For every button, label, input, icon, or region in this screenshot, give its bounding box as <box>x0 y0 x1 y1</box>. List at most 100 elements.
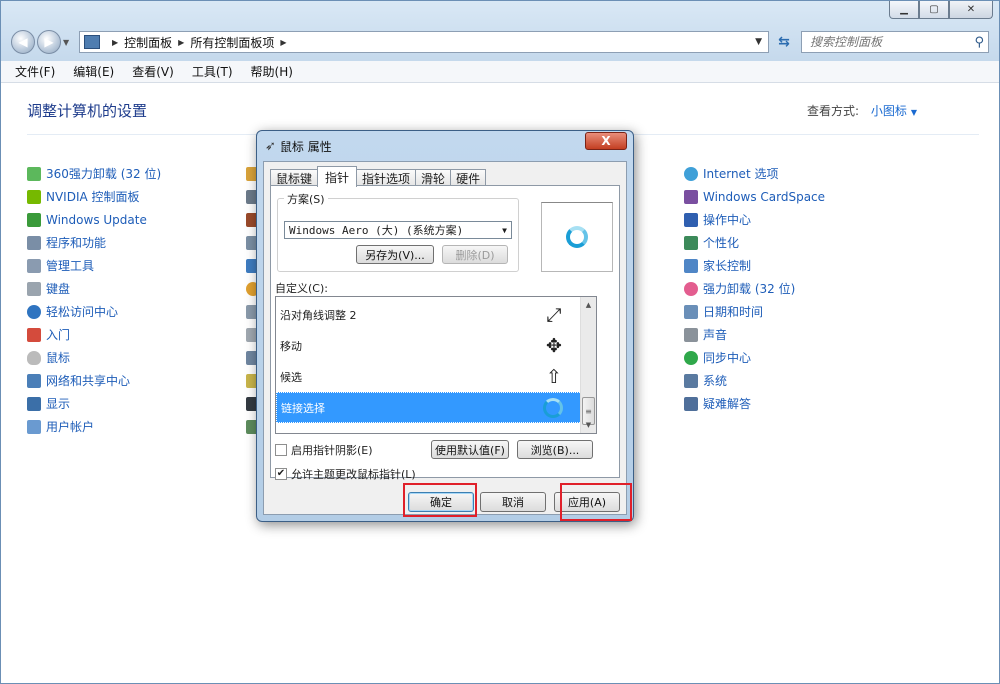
chevron-right-icon[interactable]: ▶ <box>112 38 118 47</box>
cpl-item-sound[interactable]: 声音 <box>684 323 825 346</box>
tab-hardware[interactable]: 硬件 <box>450 169 487 186</box>
cpl-item-action-center[interactable]: 操作中心 <box>684 208 825 231</box>
scheme-value: Windows Aero (大) (系统方案) <box>289 224 464 237</box>
address-dropdown-icon[interactable]: ▼ <box>755 37 762 47</box>
admin-tools-icon <box>27 258 41 273</box>
list-scrollbar[interactable]: ▲ ≡ ▼ <box>580 297 596 433</box>
control-panel-items-right: Internet 选项 Windows CardSpace 操作中心 个性化 家… <box>684 162 825 415</box>
tab-wheel[interactable]: 滑轮 <box>415 169 452 186</box>
checkmark-icon[interactable]: ✔ <box>275 468 287 480</box>
cpl-item-ease-of-access[interactable]: 轻松访问中心 <box>27 300 161 323</box>
scheme-select[interactable]: Windows Aero (大) (系统方案) ▼ <box>284 221 512 239</box>
list-item[interactable]: 沿对角线调整 2 ⤢ <box>276 299 582 330</box>
menu-help[interactable]: 帮助(H) <box>251 63 293 80</box>
cpl-item-keyboard[interactable]: 键盘 <box>27 277 161 300</box>
recent-pages-dropdown[interactable]: ▼ <box>63 38 73 47</box>
cpl-item-personalization[interactable]: 个性化 <box>684 231 825 254</box>
mouse-properties-dialog: ➶ 鼠标 属性 X 鼠标键 指针 指针选项 滑轮 硬件 方案(S) Window… <box>256 130 634 522</box>
dialog-close-button[interactable]: X <box>585 132 627 150</box>
cpl-item-sync-center[interactable]: 同步中心 <box>684 346 825 369</box>
cpl-item-power-uninstall[interactable]: 强力卸载 (32 位) <box>684 277 825 300</box>
search-box[interactable]: ⚲ <box>801 31 989 53</box>
delete-button[interactable]: 删除(D) <box>442 245 508 264</box>
menu-tools[interactable]: 工具(T) <box>192 63 233 80</box>
alternate-select-icon: ⇧ <box>546 365 562 388</box>
view-mode-dropdown[interactable]: 小图标 ▼ <box>871 102 917 119</box>
checkbox-unchecked[interactable] <box>275 444 287 456</box>
windows-update-icon <box>27 212 41 227</box>
search-icon[interactable]: ⚲ <box>974 35 984 50</box>
cpl-item-user-accounts[interactable]: 用户帐户 <box>27 415 161 438</box>
scroll-up-icon[interactable]: ▲ <box>581 297 596 313</box>
cpl-item-date-time[interactable]: 日期和时间 <box>684 300 825 323</box>
control-panel-icon <box>84 35 100 49</box>
address-bar[interactable]: ▶ 控制面板 ▶ 所有控制面板项 ▶ ▼ <box>79 31 769 53</box>
menu-view[interactable]: 查看(V) <box>132 63 174 80</box>
menu-file[interactable]: 文件(F) <box>15 63 55 80</box>
internet-options-icon <box>684 166 698 181</box>
page-title: 调整计算机的设置 <box>27 102 148 120</box>
cpl-item-cardspace[interactable]: Windows CardSpace <box>684 185 825 208</box>
tab-buttons[interactable]: 鼠标键 <box>270 169 319 186</box>
cpl-item-parental-controls[interactable]: 家长控制 <box>684 254 825 277</box>
cpl-item-internet-options[interactable]: Internet 选项 <box>684 162 825 185</box>
busy-ring-icon <box>566 226 588 248</box>
navigation-bar: ◀ ▶ ▼ ▶ 控制面板 ▶ 所有控制面板项 ▶ ▼ ⇆ ⚲ <box>11 29 989 55</box>
parental-controls-icon <box>684 258 698 273</box>
cpl-item-getting-started[interactable]: 入门 <box>27 323 161 346</box>
cancel-button[interactable]: 取消 <box>480 492 546 512</box>
pointer-preview <box>541 202 613 272</box>
tab-pointers[interactable]: 指针 <box>317 166 358 187</box>
chevron-down-icon: ▼ <box>910 108 917 117</box>
chevron-right-icon[interactable]: ▶ <box>178 38 184 47</box>
browse-button[interactable]: 浏览(B)... <box>517 440 593 459</box>
menu-bar: 文件(F) 编辑(E) 查看(V) 工具(T) 帮助(H) <box>1 61 999 83</box>
minimize-button[interactable]: ▁ <box>889 1 919 19</box>
cpl-item-mouse[interactable]: 鼠标 <box>27 346 161 369</box>
refresh-icon[interactable]: ⇆ <box>773 31 795 53</box>
cpl-item-windows-update[interactable]: Windows Update <box>27 208 161 231</box>
cpl-item-admin-tools[interactable]: 管理工具 <box>27 254 161 277</box>
list-item[interactable]: 候选 ⇧ <box>276 361 582 392</box>
cpl-item-network[interactable]: 网络和共享中心 <box>27 369 161 392</box>
cpl-item-troubleshooting[interactable]: 疑难解答 <box>684 392 825 415</box>
control-panel-items-left: 360强力卸载 (32 位) NVIDIA 控制面板 Windows Updat… <box>27 162 161 438</box>
pointer-shadow-checkbox[interactable]: 启用指针阴影(E) <box>275 442 373 458</box>
forward-button[interactable]: ▶ <box>37 30 61 54</box>
customize-label: 自定义(C): <box>275 282 328 295</box>
close-button[interactable]: ✕ <box>949 1 993 19</box>
maximize-button[interactable]: ▢ <box>919 1 949 19</box>
getting-started-icon <box>27 327 41 342</box>
back-button[interactable]: ◀ <box>11 30 35 54</box>
window-caption-buttons: ▁ ▢ ✕ <box>889 1 993 19</box>
breadcrumb-all-items[interactable]: 所有控制面板项 <box>190 34 274 51</box>
cpl-item-display[interactable]: 显示 <box>27 392 161 415</box>
scroll-down-icon[interactable]: ▼ <box>581 417 596 433</box>
power-uninstall-icon <box>684 281 698 296</box>
diagonal-resize-icon: ⤢ <box>546 303 562 326</box>
view-mode-value: 小图标 <box>870 104 907 118</box>
list-item[interactable]: 移动 ✥ <box>276 330 582 361</box>
cursor-list[interactable]: 沿对角线调整 2 ⤢ 移动 ✥ 候选 ⇧ 链接选择 ▲ ≡ ▼ <box>275 296 597 434</box>
personalization-icon <box>684 235 698 250</box>
move-icon: ✥ <box>546 334 562 357</box>
cpl-item-nvidia[interactable]: NVIDIA 控制面板 <box>27 185 161 208</box>
breadcrumb-control-panel[interactable]: 控制面板 <box>124 34 172 51</box>
list-item-selected[interactable]: 链接选择 <box>276 392 582 423</box>
highlight-ok-box <box>403 483 477 517</box>
cpl-item-360-uninstall[interactable]: 360强力卸载 (32 位) <box>27 162 161 185</box>
allow-theme-checkbox[interactable]: ✔ 允许主题更改鼠标指针(L) <box>275 466 416 482</box>
use-default-button[interactable]: 使用默认值(F) <box>431 440 509 459</box>
tab-pointer-options[interactable]: 指针选项 <box>356 169 417 186</box>
cpl-item-programs[interactable]: 程序和功能 <box>27 231 161 254</box>
programs-icon <box>27 235 41 250</box>
chevron-right-icon[interactable]: ▶ <box>280 38 286 47</box>
cpl-item-system[interactable]: 系统 <box>684 369 825 392</box>
search-input[interactable] <box>810 35 975 49</box>
pointers-tab-panel: 方案(S) Windows Aero (大) (系统方案) ▼ 另存为(V)..… <box>270 185 620 481</box>
troubleshooting-icon <box>684 396 698 411</box>
dialog-title: 鼠标 属性 <box>279 140 332 154</box>
mouse-pointer-icon: ➶ <box>265 139 276 154</box>
save-as-button[interactable]: 另存为(V)... <box>356 245 434 264</box>
menu-edit[interactable]: 编辑(E) <box>73 63 114 80</box>
